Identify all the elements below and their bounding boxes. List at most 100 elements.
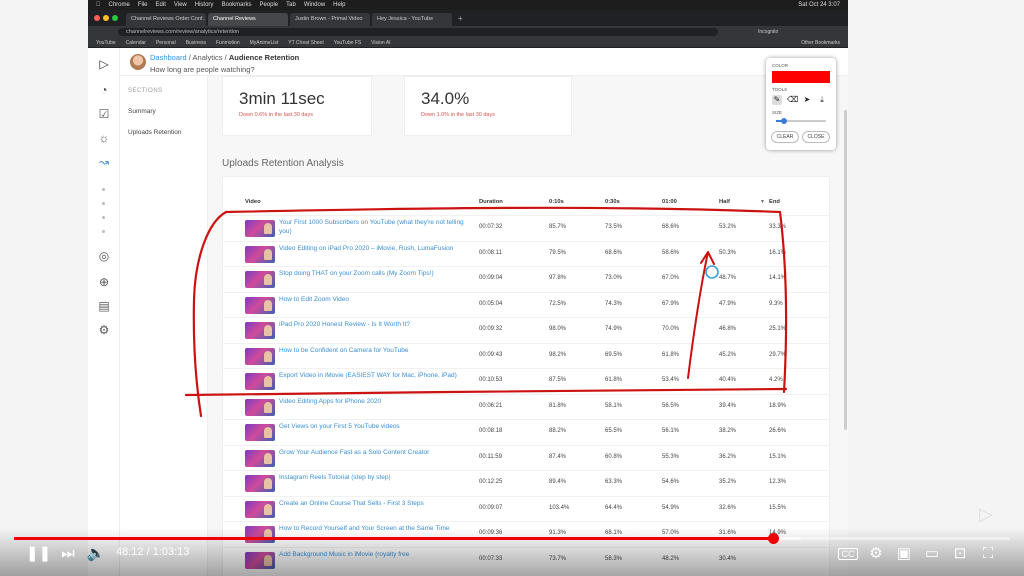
apple-icon:  (96, 2, 101, 8)
video-thumbnail[interactable] (245, 500, 275, 518)
rail-dot (102, 230, 105, 233)
col-end: End (769, 199, 780, 205)
fullscreen-icon[interactable]: ⛶ (978, 544, 998, 564)
browser-tabstrip: Channel Reviews Order Conf... Channel Re… (88, 10, 848, 26)
cell-half: 32.6% (719, 504, 737, 511)
breadcrumb-analytics: Analytics (192, 53, 223, 62)
close-button: CLOSE (802, 131, 830, 143)
video-thumbnail[interactable] (245, 424, 275, 441)
menu-window: Window (299, 2, 325, 8)
next-video-icon[interactable]: ⏭ (58, 544, 78, 564)
video-thumbnail[interactable] (245, 449, 275, 467)
table-header: Video Duration 0:10s 0:30s 01:00 Half ▼ … (223, 199, 829, 213)
cell-30s: 65.5% (605, 428, 623, 434)
video-thumbnail[interactable] (245, 475, 275, 492)
cell-half: 45.2% (719, 351, 737, 358)
menubar-clock: Sat Oct 24 3:07 (798, 2, 840, 8)
table-row: How to Edit Zoom Video 00:05:04 72.5% 74.3%… (223, 291, 829, 316)
cell-half: 50.3% (719, 249, 737, 256)
video-thumbnail[interactable] (245, 220, 275, 237)
captions-icon[interactable]: CC (838, 548, 858, 560)
cell-10s: 81.8% (549, 402, 567, 409)
color-label: COLOR (772, 63, 789, 68)
breadcrumb-current: Audience Retention (228, 53, 300, 62)
volume-icon[interactable]: 🔈 (86, 544, 106, 564)
download-tool-icon: ⤓ (820, 95, 824, 104)
video-title-link[interactable]: Video Editing on iPad Pro 2020 – iMovie,… (279, 245, 469, 254)
settings-icon[interactable]: ⚙ (866, 544, 886, 564)
cell-30s: 69.5% (605, 351, 623, 358)
bookmark: YT Cheat Sheet (288, 39, 324, 46)
minimize-window-icon (103, 15, 109, 21)
theater-mode-icon[interactable]: ▭ (922, 544, 942, 564)
video-title-link[interactable]: Your First 1000 Subscribers on YouTube (… (279, 219, 469, 236)
video-thumbnail[interactable] (245, 347, 275, 365)
table-row: Create an Online Course That Sells - Fir… (223, 495, 829, 520)
progress-scrubber[interactable] (767, 533, 779, 544)
cell-end: 9.3% (769, 300, 783, 307)
letterbox-right (848, 0, 1024, 576)
cell-30s: 74.3% (605, 300, 623, 307)
section-item-summary: Summary (128, 108, 156, 115)
new-tab-icon: + (458, 13, 463, 23)
lightbulb-icon: ☼ (98, 131, 110, 145)
video-title-link[interactable]: iPad Pro 2020 Honest Review - Is It Wort… (279, 321, 469, 330)
eraser-tool-icon: ⌫ (787, 95, 799, 104)
add-circle-icon: ⊕ (98, 275, 110, 289)
video-title-link[interactable]: Instagram Reels Tutorial (step by step) (279, 474, 469, 483)
size-slider (776, 118, 826, 124)
browser-tab-active: Channel Reviews (208, 13, 288, 26)
cell-end: 25.1% (769, 326, 787, 332)
cell-end: 16.1% (769, 249, 787, 256)
video-title-link[interactable]: Grow Your Audience Fast as a Solo Conten… (279, 449, 469, 458)
stat-card-avg-duration: 3min 11sec Down 0.6% in the last 30 days (222, 76, 372, 136)
cast-icon[interactable]: ⊡ (950, 544, 970, 564)
video-title-link[interactable]: Create an Online Course That Sells - Fir… (279, 500, 469, 509)
video-thumbnail[interactable] (245, 296, 275, 314)
video-thumbnail[interactable] (245, 398, 275, 416)
cell-duration: 00:07:32 (479, 224, 503, 230)
page-subtitle: How long are people watching? (150, 65, 255, 74)
bookmark: Personal (155, 39, 176, 46)
video-thumbnail[interactable] (245, 245, 275, 263)
menu-bookmarks: Bookmarks (216, 2, 251, 8)
video-title-link[interactable]: Get Views on your First 5 YouTube videos (279, 423, 469, 432)
video-thumbnail[interactable] (245, 322, 275, 339)
bookmark: Vision AI (371, 39, 391, 46)
video-title-link[interactable]: How to be Confident on Camera for YouTub… (279, 347, 469, 356)
browser-tab: Justin Brown - Primal Video (290, 13, 370, 26)
video-title-link[interactable]: Video Editing Apps for iPhone 2020 (279, 398, 469, 407)
table-row: Your First 1000 Subscribers on YouTube (… (223, 215, 829, 239)
section-title: Uploads Retention Analysis (222, 158, 344, 169)
cell-half: 46.8% (719, 326, 737, 332)
video-thumbnail[interactable] (245, 271, 275, 288)
miniplayer-icon[interactable]: ▣ (894, 544, 914, 564)
zoom-window-icon (112, 15, 118, 21)
col-30s: 0:30s (605, 199, 620, 205)
video-title-link[interactable]: How to Edit Zoom Video (279, 296, 469, 305)
col-10s: 0:10s (549, 199, 564, 205)
cell-1m: 56.1% (662, 428, 680, 434)
video-thumbnail[interactable] (245, 373, 275, 390)
cell-1m: 70.0% (662, 326, 680, 332)
cell-30s: 63.3% (605, 479, 623, 485)
cell-half: 39.4% (719, 402, 737, 409)
cell-duration: 00:12:25 (479, 479, 503, 485)
browser-tab: Channel Reviews Order Conf... (126, 13, 206, 26)
video-title-link[interactable]: Export Video in iMovie (EASIEST WAY for … (279, 372, 469, 381)
icon-rail: ▷ ◔ ☑ ☼ ↝ ◎ ⊕ ▤ ⚙ (88, 48, 120, 576)
cell-10s: 85.7% (549, 224, 567, 230)
menu-file: File (133, 2, 148, 8)
cell-10s: 98.0% (549, 326, 567, 332)
cell-duration: 00:08:18 (479, 428, 503, 434)
cell-30s: 64.4% (605, 504, 623, 511)
cell-end: 15.1% (769, 453, 787, 460)
cell-end: 15.5% (769, 504, 787, 511)
progress-bar[interactable] (14, 533, 1010, 544)
cell-10s: 89.4% (549, 479, 567, 485)
close-window-icon (94, 15, 100, 21)
cell-half: 47.9% (719, 300, 737, 307)
pause-icon[interactable]: ❚❚ (26, 544, 51, 564)
cell-30s: 60.8% (605, 453, 623, 460)
video-title-link[interactable]: Stop doing THAT on your Zoom calls (My Z… (279, 270, 469, 279)
